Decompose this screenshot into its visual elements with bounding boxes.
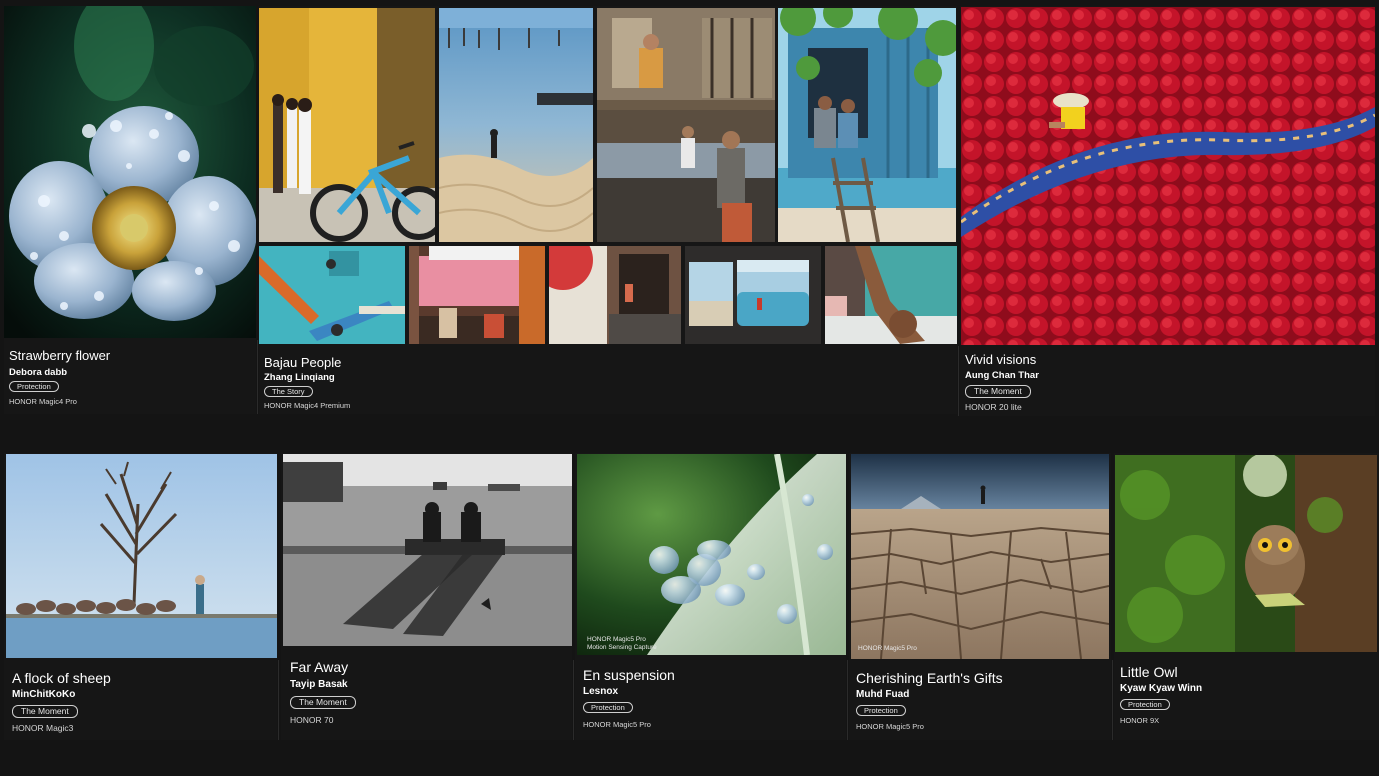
photo-title[interactable]: En suspension	[583, 667, 675, 683]
stilt-house-family-image	[597, 8, 775, 242]
photo-vivid-visions[interactable]	[961, 7, 1375, 345]
photo-title[interactable]: Vivid visions	[965, 352, 1036, 367]
window-view-image	[685, 246, 821, 344]
photo-title[interactable]: Far Away	[290, 659, 348, 675]
photo-bajau-stilt-house-family[interactable]	[597, 8, 775, 242]
water-drop	[747, 564, 765, 580]
watermark-device: HONOR Magic5 Pro	[587, 636, 646, 643]
cracked-earth-image	[851, 454, 1109, 659]
card-divider	[257, 340, 258, 414]
hand-image	[825, 246, 957, 344]
photo-flock-of-sheep[interactable]	[6, 454, 277, 658]
device-name: HONOR Magic4 Pro	[9, 397, 77, 406]
category-tag[interactable]: Protection	[583, 702, 633, 713]
strawberry-flower-image	[4, 6, 256, 338]
photo-watermark: HONOR Magic5 Pro Motion Sensing Capture	[587, 636, 657, 652]
photo-title[interactable]: Strawberry flower	[9, 348, 110, 363]
device-name: HONOR Magic3	[12, 723, 74, 733]
photo-author[interactable]: Kyaw Kyaw Winn	[1120, 683, 1202, 694]
aerial-boats-image	[259, 246, 405, 344]
water-drop	[817, 544, 833, 560]
water-drop	[697, 540, 731, 560]
photo-author[interactable]: Muhd Fuad	[856, 689, 909, 700]
photo-watermark: HONOR Magic5 Pro	[858, 645, 917, 652]
photo-bajau-blue-hut[interactable]	[778, 8, 956, 242]
photo-author[interactable]: Aung Chan Thar	[965, 370, 1039, 381]
card-divider	[573, 660, 574, 740]
photo-bajau-children-bicycle[interactable]	[259, 8, 435, 242]
photo-card-little-owl[interactable]: Little Owl Kyaw Kyaw Winn Protection HON…	[1114, 453, 1379, 740]
photo-en-suspension[interactable]: HONOR Magic5 Pro Motion Sensing Capture	[577, 454, 846, 655]
photo-author[interactable]: MinChitKoKo	[12, 689, 75, 700]
card-divider	[958, 346, 959, 416]
bench-silhouettes-image	[283, 454, 572, 646]
water-drop	[661, 576, 701, 604]
photo-author[interactable]: Zhang Linqiang	[264, 372, 335, 383]
card-divider	[847, 660, 848, 740]
category-tag[interactable]: Protection	[9, 381, 59, 392]
incense-circles-image	[961, 7, 1375, 345]
water-drop	[649, 546, 679, 574]
card-divider	[1112, 660, 1113, 740]
photo-bajau-hand[interactable]	[825, 246, 957, 344]
photo-bajau-aerial-boats[interactable]	[259, 246, 405, 344]
category-tag[interactable]: Protection	[856, 705, 906, 716]
photo-title[interactable]: A flock of sheep	[12, 670, 111, 686]
category-tag[interactable]: The Moment	[965, 385, 1031, 398]
photo-author[interactable]: Tayip Basak	[290, 679, 348, 690]
photo-bajau-laundry[interactable]	[409, 246, 545, 344]
device-name: HONOR Magic4 Premium	[264, 401, 351, 410]
photo-card-cherishing-earths-gifts[interactable]: HONOR Magic5 Pro Cherishing Earth's Gift…	[849, 453, 1111, 740]
photo-card-bajau-people[interactable]: Bajau People Zhang Linqiang The Story HO…	[259, 6, 957, 414]
device-name: HONOR Magic5 Pro	[856, 722, 924, 731]
category-tag[interactable]: The Moment	[12, 705, 78, 718]
device-name: HONOR 70	[290, 715, 334, 725]
photo-card-flock-of-sheep[interactable]: A flock of sheep MinChitKoKo The Moment …	[4, 453, 277, 740]
card-divider	[278, 660, 279, 740]
laundry-image	[409, 246, 545, 344]
water-drop	[715, 584, 745, 606]
photo-bajau-doorway[interactable]	[549, 246, 681, 344]
photo-author[interactable]: Debora dabb	[9, 367, 67, 378]
owl-image	[1115, 455, 1377, 652]
water-drop	[777, 604, 797, 624]
doorway-image	[549, 246, 681, 344]
photo-card-vivid-visions[interactable]: Vivid visions Aung Chan Thar The Moment …	[960, 6, 1375, 416]
photo-title[interactable]: Bajau People	[264, 355, 341, 370]
photo-little-owl[interactable]	[1115, 455, 1377, 652]
watermark-mode: Motion Sensing Capture	[587, 644, 657, 651]
photo-far-away[interactable]	[283, 454, 572, 646]
photo-title[interactable]: Little Owl	[1120, 664, 1178, 680]
photo-author[interactable]: Lesnox	[583, 686, 618, 697]
blue-hut-image	[778, 8, 956, 242]
photo-bajau-beach-walker[interactable]	[439, 8, 593, 242]
category-tag[interactable]: The Moment	[290, 696, 356, 709]
photo-cherishing-earths-gifts[interactable]: HONOR Magic5 Pro	[851, 454, 1109, 659]
photo-title[interactable]: Cherishing Earth's Gifts	[856, 670, 1003, 686]
sheep-tree-image	[6, 454, 277, 658]
beach-walker-image	[439, 8, 593, 242]
category-tag[interactable]: The Story	[264, 386, 313, 397]
photo-card-far-away[interactable]: Far Away Tayip Basak The Moment HONOR 70	[281, 453, 572, 740]
photo-card-strawberry-flower[interactable]: Strawberry flower Debora dabb Protection…	[4, 6, 256, 414]
photo-strawberry-flower[interactable]	[4, 6, 256, 338]
device-name: HONOR 20 lite	[965, 402, 1022, 412]
water-drop	[802, 494, 814, 506]
photo-card-en-suspension[interactable]: HONOR Magic5 Pro Motion Sensing Capture …	[575, 453, 846, 740]
children-bicycle-image	[259, 8, 435, 242]
device-name: HONOR Magic5 Pro	[583, 720, 651, 729]
device-name: HONOR 9X	[1120, 716, 1160, 725]
category-tag[interactable]: Protection	[1120, 699, 1170, 710]
photo-bajau-window-view[interactable]	[685, 246, 821, 344]
